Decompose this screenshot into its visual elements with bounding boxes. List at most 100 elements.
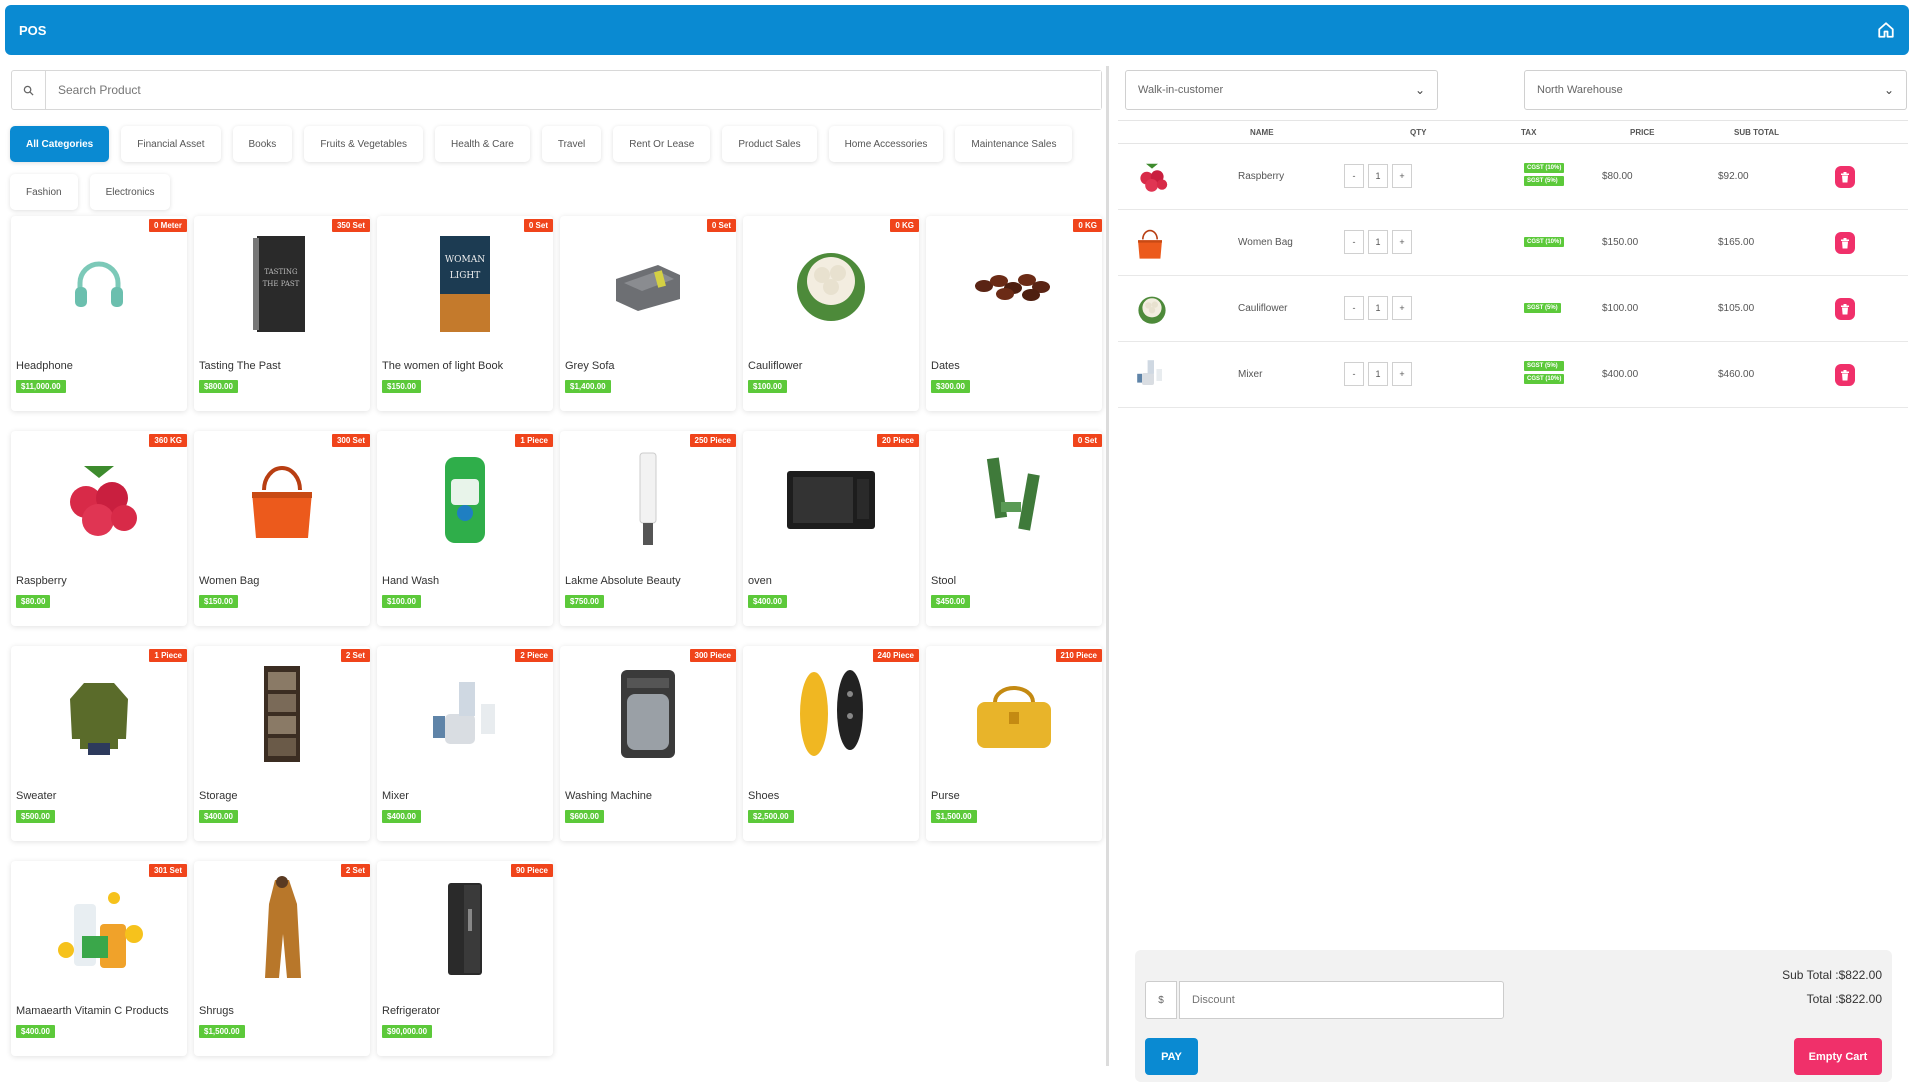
- sub-total: Sub Total :$822.00: [1782, 968, 1882, 982]
- warehouse-select-value: North Warehouse: [1537, 84, 1623, 96]
- product-card[interactable]: 1 Piece Hand Wash $100.00: [377, 431, 553, 626]
- category-tab[interactable]: Financial Asset: [121, 126, 221, 162]
- pay-button[interactable]: PAY: [1145, 1038, 1198, 1075]
- customer-select[interactable]: Walk-in-customer ⌄: [1125, 70, 1438, 110]
- chevron-down-icon: ⌄: [1883, 83, 1894, 97]
- product-card[interactable]: 300 Piece Washing Machine $600.00: [560, 646, 736, 841]
- category-tabs: All Categories Financial Asset Books Fruits…: [10, 126, 1100, 210]
- product-name: Raspberry: [16, 575, 67, 587]
- cart-item-name: Women Bag: [1238, 237, 1293, 248]
- warehouse-select[interactable]: North Warehouse ⌄: [1524, 70, 1907, 110]
- qty-plus-button[interactable]: +: [1392, 230, 1412, 254]
- product-card[interactable]: 210 Piece Purse $1,500.00: [926, 646, 1102, 841]
- tax-badge: CGST (10%): [1524, 237, 1565, 247]
- category-tab[interactable]: Travel: [541, 126, 602, 162]
- delete-item-button[interactable]: [1835, 166, 1855, 188]
- price-badge: $2,500.00: [748, 810, 794, 823]
- product-card[interactable]: 0 KG Dates $300.00: [926, 216, 1102, 411]
- qty-plus-button[interactable]: +: [1392, 164, 1412, 188]
- stock-badge: 301 Set: [148, 864, 187, 877]
- product-card[interactable]: 300 Set Women Bag $150.00: [194, 431, 370, 626]
- qty-input[interactable]: 1: [1368, 296, 1388, 320]
- product-card[interactable]: 250 Piece Lakme Absolute Beauty $750.00: [560, 431, 736, 626]
- home-icon[interactable]: [1877, 21, 1895, 39]
- product-card[interactable]: 2 Set Shrugs $1,500.00: [194, 861, 370, 1056]
- col-name: NAME: [1250, 128, 1274, 137]
- qty-minus-button[interactable]: -: [1344, 164, 1364, 188]
- delete-item-button[interactable]: [1835, 298, 1855, 320]
- category-tab[interactable]: Fruits & Vegetables: [304, 126, 424, 162]
- product-card[interactable]: 240 Piece Shoes $2,500.00: [743, 646, 919, 841]
- tax-badge: CGST (10%): [1524, 163, 1565, 173]
- product-image: [773, 234, 889, 334]
- product-card[interactable]: 20 Piece oven $400.00: [743, 431, 919, 626]
- product-card[interactable]: 0 Meter Headphone $11,000.00: [11, 216, 187, 411]
- qty-minus-button[interactable]: -: [1344, 362, 1364, 386]
- product-card[interactable]: 2 Piece Mixer $400.00: [377, 646, 553, 841]
- qty-plus-button[interactable]: +: [1392, 296, 1412, 320]
- cart-item-name: Mixer: [1238, 369, 1263, 380]
- category-tab[interactable]: Fashion: [10, 174, 78, 210]
- price-badge: $450.00: [931, 595, 970, 608]
- product-card[interactable]: 0 Set WOMAN LIGHT The women of light Book $1…: [377, 216, 553, 411]
- price-badge: $400.00: [382, 810, 421, 823]
- price-badge: $150.00: [382, 380, 421, 393]
- product-image: [590, 234, 706, 334]
- delete-item-button[interactable]: [1835, 364, 1855, 386]
- product-name: Shoes: [748, 790, 780, 802]
- cart-panel: Walk-in-customer ⌄ North Warehouse ⌄ NAM…: [1118, 60, 1908, 1082]
- category-tab[interactable]: Electronics: [89, 174, 171, 210]
- trash-icon: [1840, 369, 1850, 381]
- product-card[interactable]: 2 Set Storage $400.00: [194, 646, 370, 841]
- product-card[interactable]: 1 Piece Sweater $500.00: [11, 646, 187, 841]
- qty-input[interactable]: 1: [1368, 230, 1388, 254]
- product-card[interactable]: 0 Set Stool $450.00: [926, 431, 1102, 626]
- tax-badge: SGST (5%): [1524, 176, 1565, 186]
- product-image: [407, 664, 523, 764]
- page-title: POS: [19, 22, 47, 38]
- category-tab[interactable]: Rent Or Lease: [613, 126, 711, 162]
- category-tab[interactable]: Books: [232, 126, 293, 162]
- category-tab[interactable]: All Categories: [10, 126, 110, 162]
- stock-badge: 210 Piece: [1055, 649, 1102, 662]
- stock-badge: 0 Set: [1072, 434, 1102, 447]
- search-input[interactable]: [46, 71, 1101, 109]
- product-card[interactable]: 0 Set Grey Sofa $1,400.00: [560, 216, 736, 411]
- qty-input[interactable]: 1: [1368, 164, 1388, 188]
- qty-plus-button[interactable]: +: [1392, 362, 1412, 386]
- product-image: [41, 234, 157, 334]
- category-tab[interactable]: Health & Care: [435, 126, 530, 162]
- category-tab[interactable]: Home Accessories: [828, 126, 944, 162]
- product-image: WOMAN LIGHT: [407, 234, 523, 334]
- product-image: [590, 664, 706, 764]
- qty-minus-button[interactable]: -: [1344, 230, 1364, 254]
- stock-badge: 0 Set: [523, 219, 553, 232]
- qty-input[interactable]: 1: [1368, 362, 1388, 386]
- price-badge: $400.00: [16, 1025, 55, 1038]
- delete-item-button[interactable]: [1835, 232, 1855, 254]
- empty-cart-button[interactable]: Empty Cart: [1794, 1038, 1882, 1075]
- panel-divider[interactable]: [1106, 66, 1109, 1066]
- category-tab[interactable]: Maintenance Sales: [955, 126, 1073, 162]
- price-badge: $11,000.00: [16, 380, 66, 393]
- product-panel: All Categories Financial Asset Books Fruits…: [0, 60, 1108, 1080]
- price-badge: $1,400.00: [565, 380, 611, 393]
- stock-badge: 20 Piece: [876, 434, 919, 447]
- product-card[interactable]: 360 KG Raspberry $80.00: [11, 431, 187, 626]
- product-name: Storage: [199, 790, 238, 802]
- qty-minus-button[interactable]: -: [1344, 296, 1364, 320]
- price-badge: $400.00: [748, 595, 787, 608]
- tax-badge: CGST (10%): [1524, 374, 1565, 384]
- product-card[interactable]: 90 Piece Refrigerator $90,000.00: [377, 861, 553, 1056]
- cart-row: Raspberry -1 + CGST (10%) SGST (5%) $80.00 $92…: [1118, 144, 1908, 210]
- product-card[interactable]: 350 Set TASTING THE PAST Tasting The Past $8…: [194, 216, 370, 411]
- totals: Sub Total :$822.00 Total :$822.00: [1782, 963, 1882, 1011]
- product-card[interactable]: 301 Set Mamaearth Vitamin C Products $400.…: [11, 861, 187, 1056]
- search-icon: [12, 71, 46, 109]
- product-image: [41, 664, 157, 764]
- product-card[interactable]: 0 KG Cauliflower $100.00: [743, 216, 919, 411]
- product-name: Washing Machine: [565, 790, 653, 802]
- price-badge: $750.00: [565, 595, 604, 608]
- category-tab[interactable]: Product Sales: [722, 126, 817, 162]
- discount-input[interactable]: [1179, 981, 1504, 1019]
